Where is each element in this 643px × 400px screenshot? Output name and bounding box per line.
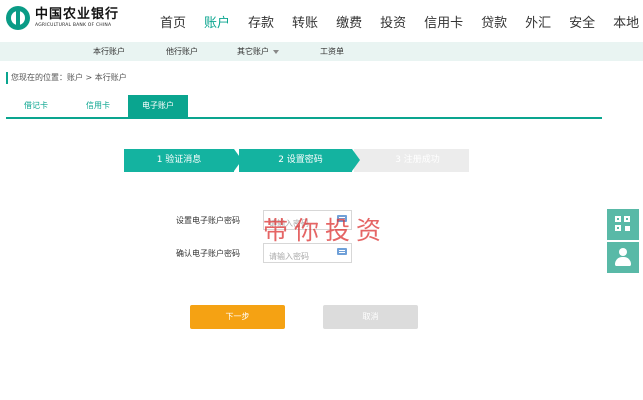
set-password-label: 设置电子账户密码 (176, 215, 240, 225)
step-2: 2 设置密码 (239, 149, 352, 172)
keyboard-icon[interactable] (337, 215, 347, 222)
step-1: 1 验证消息 (124, 149, 234, 172)
nav-item-forex[interactable]: 外汇 (525, 12, 551, 31)
set-password-row: 设置电子账户密码 (150, 210, 352, 233)
nav-item-home[interactable]: 首页 (160, 12, 186, 31)
tab-electronic-account[interactable]: 电子账户 (128, 95, 188, 117)
main-nav: 首页 账户 存款 转账 缴费 投资 信用卡 贷款 外汇 安全 本地 (160, 0, 643, 42)
tab-debit-card[interactable]: 借记卡 (6, 95, 66, 117)
next-step-button[interactable]: 下一步 (190, 305, 285, 329)
confirm-password-row: 确认电子账户密码 (150, 243, 352, 266)
step-3: 3 注册成功 (354, 149, 469, 172)
tab-credit-card[interactable]: 信用卡 (68, 95, 128, 117)
qr-code-icon (615, 216, 631, 232)
account-tabs: 借记卡 信用卡 电子账户 (6, 95, 602, 119)
nav-item-local[interactable]: 本地 (613, 12, 639, 31)
sub-nav-other-accounts[interactable]: 其它账户 (237, 46, 279, 57)
step-1-arrow (234, 149, 242, 171)
logo-text: 中国农业银行 AGRICULTURAL BANK OF CHINA (35, 7, 119, 29)
set-password-field[interactable] (263, 210, 352, 233)
breadcrumb: 您现在的位置：账户 > 本行账户 (6, 72, 127, 84)
keyboard-icon[interactable] (337, 248, 347, 255)
nav-item-deposit[interactable]: 存款 (248, 12, 274, 31)
sub-nav-own-account[interactable]: 本行账户 (93, 46, 125, 57)
nav-item-transfer[interactable]: 转账 (292, 12, 318, 31)
nav-item-investment[interactable]: 投资 (380, 12, 406, 31)
confirm-password-label: 确认电子账户密码 (176, 248, 240, 258)
logo-name-cn: 中国农业银行 (35, 7, 120, 22)
step-progress: 3 注册成功 2 设置密码 1 验证消息 (124, 149, 469, 172)
bank-logo[interactable]: 中国农业银行 AGRICULTURAL BANK OF CHINA (6, 6, 119, 30)
qr-code-button[interactable] (607, 209, 639, 240)
nav-item-credit-card[interactable]: 信用卡 (424, 12, 463, 31)
sub-nav-other-accounts-label: 其它账户 (237, 47, 269, 56)
nav-item-loan[interactable]: 贷款 (481, 12, 507, 31)
sub-nav: 本行账户 他行账户 其它账户 工资单 (0, 42, 643, 61)
side-tools (607, 209, 639, 275)
header: 中国农业银行 AGRICULTURAL BANK OF CHINA 首页 账户 … (0, 0, 643, 42)
logo-name-en: AGRICULTURAL BANK OF CHINA (35, 23, 112, 28)
cancel-button[interactable]: 取消 (323, 305, 418, 329)
nav-item-security[interactable]: 安全 (569, 12, 595, 31)
nav-item-payment[interactable]: 缴费 (336, 12, 362, 31)
sub-nav-other-bank-account[interactable]: 他行账户 (166, 46, 198, 57)
customer-service-button[interactable] (607, 242, 639, 273)
confirm-password-field[interactable] (263, 243, 352, 266)
abc-logo-icon (6, 6, 30, 30)
step-2-arrow (352, 149, 360, 171)
user-service-icon (615, 248, 631, 266)
sub-nav-payroll[interactable]: 工资单 (320, 46, 344, 57)
chevron-down-icon (273, 49, 279, 54)
nav-item-account[interactable]: 账户 (204, 12, 230, 31)
